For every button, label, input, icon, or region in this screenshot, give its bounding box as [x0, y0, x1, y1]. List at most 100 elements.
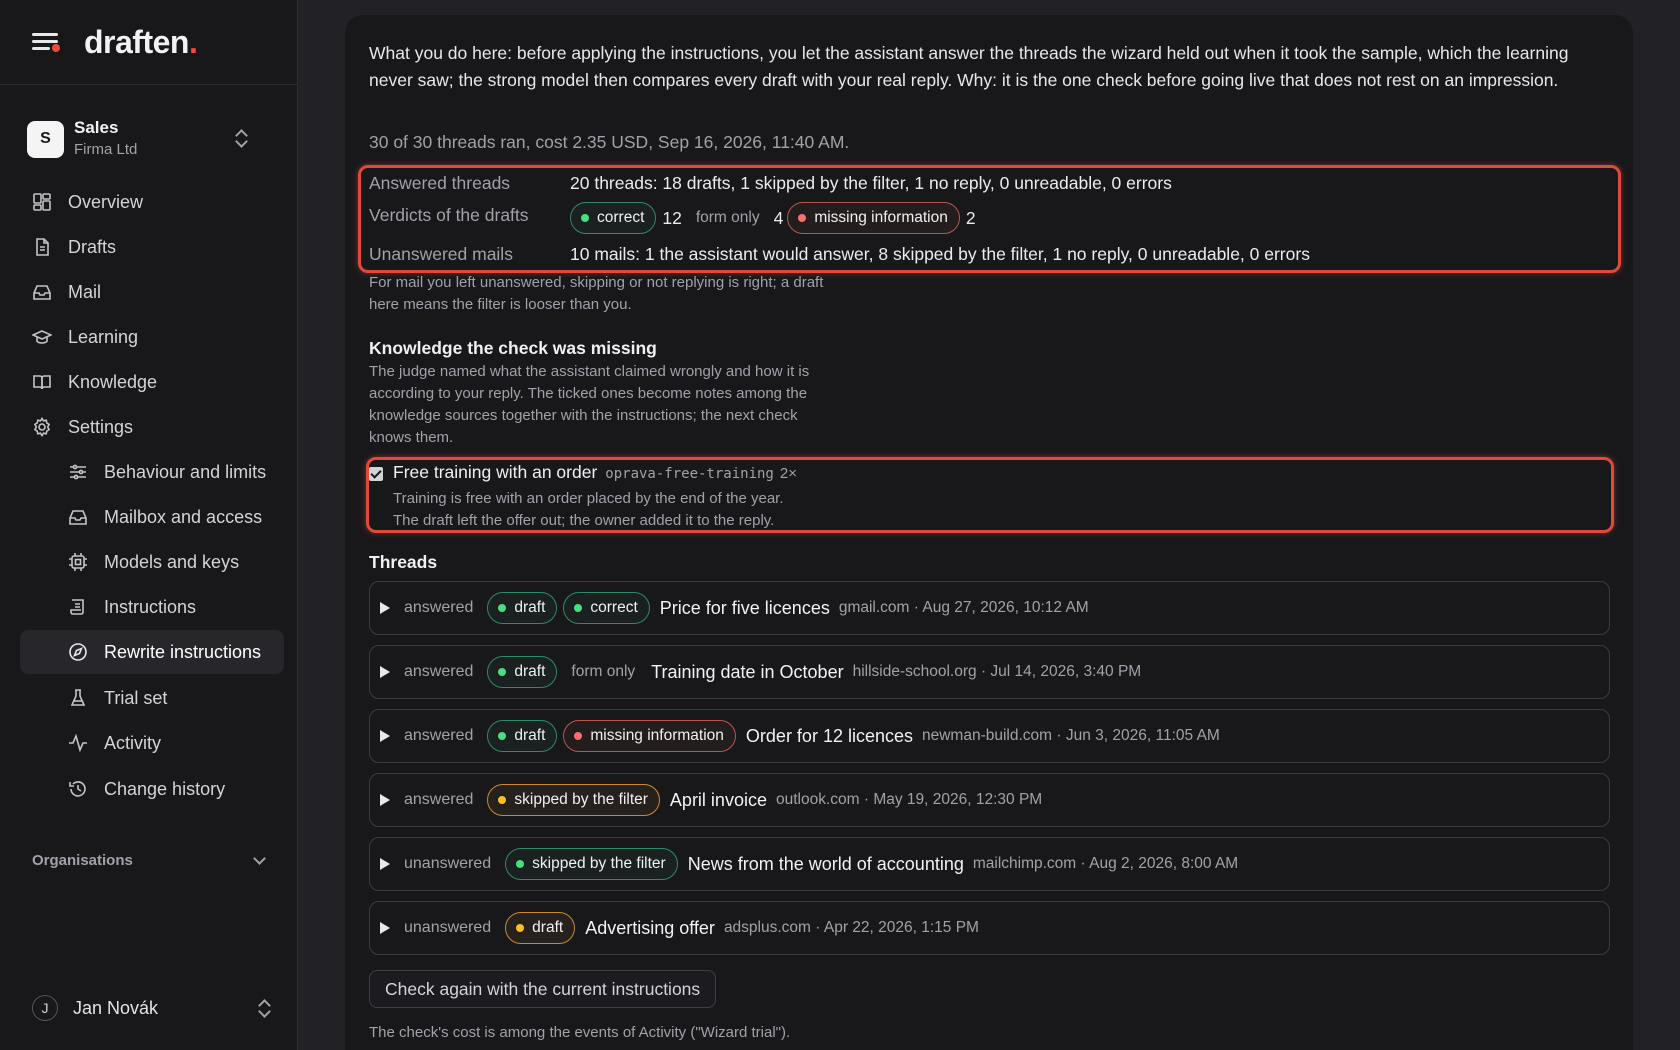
expand-triangle-icon[interactable] — [380, 794, 390, 806]
sidebar-item-label: Models and keys — [104, 551, 240, 572]
sidebar-item-label: Learning — [68, 326, 139, 347]
sidebar-item-label: Mailbox and access — [104, 506, 263, 527]
chevron-down-icon — [253, 852, 266, 865]
chevron-updown-icon — [258, 999, 270, 1017]
user-menu[interactable]: J Jan Novák — [32, 993, 270, 1023]
sidebar-item-rewrite-instructions[interactable]: Rewrite instructions — [20, 630, 284, 674]
badge-label: skipped by the filter — [532, 855, 666, 872]
thread-meta: newman-build.com · Jun 3, 2026, 11:05 AM — [922, 727, 1220, 744]
expand-triangle-icon[interactable] — [380, 602, 390, 614]
thread-title: Order for 12 licences — [745, 725, 913, 746]
sidebar-item-label: Rewrite instructions — [104, 641, 262, 662]
stat-verdicts: Verdicts of the drafts correct 12 form o… — [369, 202, 984, 234]
expand-triangle-icon[interactable] — [380, 666, 390, 678]
note-line: For mail you left unanswered, skipping o… — [369, 274, 824, 291]
knowledge-heading: Knowledge the check was missing — [369, 338, 657, 358]
sidebar-item-change-history[interactable]: Change history — [20, 767, 284, 811]
thread-meta: hillside-school.org · Jul 14, 2026, 3:40… — [852, 663, 1142, 680]
badge-label: draft — [514, 599, 546, 616]
stat-label: Answered threads — [369, 173, 511, 193]
badge-label: draft — [532, 919, 564, 936]
expand-triangle-icon[interactable] — [380, 858, 390, 870]
sidebar-item-learning[interactable]: Learning — [20, 315, 284, 359]
avatar: J — [32, 995, 58, 1021]
sidebar-item-settings[interactable]: Settings — [20, 405, 284, 449]
badge-label: draft — [514, 727, 546, 744]
threads-heading: Threads — [369, 552, 438, 572]
tag-badge: draft — [487, 656, 558, 688]
note-line: The draft left the offer out; the owner … — [393, 512, 775, 529]
sidebar-item-label: Instructions — [104, 596, 197, 617]
sidebar-item-mail[interactable]: Mail — [20, 270, 284, 314]
compass-icon — [68, 642, 88, 662]
knowledge-item-description: Training is free with an order placed by… — [393, 488, 784, 532]
badge-label: correct — [590, 599, 638, 616]
badge-label: correct — [597, 209, 645, 226]
stat-value: 20 threads: 18 drafts, 1 skipped by the … — [570, 173, 1172, 193]
note-line: knows them. — [369, 429, 454, 446]
stat-value: 10 mails: 1 the assistant would answer, … — [570, 244, 1310, 264]
sidebar-item-label: Settings — [68, 416, 134, 437]
thread-row[interactable]: unanswered skipped by the filter News fr… — [369, 837, 1610, 891]
sidebar-item-models[interactable]: Models and keys — [20, 540, 284, 584]
stat-unanswered: Unanswered mails 10 mails: 1 the assista… — [369, 244, 1310, 265]
expand-triangle-icon[interactable] — [380, 730, 390, 742]
sidebar-item-trial-set[interactable]: Trial set — [20, 676, 284, 720]
badge-label: draft — [514, 663, 546, 680]
thread-state: unanswered — [404, 919, 492, 936]
note-line: knowledge sources together with the inst… — [369, 407, 798, 424]
knowledge-description: The judge named what the assistant claim… — [369, 361, 809, 449]
document-icon — [32, 237, 52, 257]
knowledge-item-title: Free training with an order — [393, 462, 598, 482]
thread-row[interactable]: answered draft correct Price for five li… — [369, 581, 1610, 635]
inbox-icon — [68, 507, 88, 527]
org-company: Firma Ltd — [74, 141, 138, 158]
knowledge-checkbox[interactable] — [369, 467, 383, 481]
knowledge-item-title-row: Free training with an order oprava-free-t… — [393, 462, 797, 483]
user-name: Jan Novák — [73, 997, 159, 1018]
expand-triangle-icon[interactable] — [380, 922, 390, 934]
logo[interactable]: draften. — [84, 23, 198, 61]
tag-badge: skipped by the filter — [505, 848, 678, 880]
thread-state: answered — [404, 727, 474, 744]
gear-icon — [32, 417, 52, 437]
sidebar-item-overview[interactable]: Overview — [20, 180, 284, 224]
thread-row[interactable]: answered skipped by the filter April inv… — [369, 773, 1610, 827]
knowledge-item-code: oprava-free-training — [605, 466, 774, 482]
thread-meta: mailchimp.com · Aug 2, 2026, 8:00 AM — [972, 855, 1239, 872]
thread-title: Advertising offer — [585, 917, 715, 938]
sidebar-item-mailbox[interactable]: Mailbox and access — [20, 495, 284, 539]
note-line: according to your reply. The ticked ones… — [369, 385, 808, 402]
thread-meta: gmail.com · Aug 27, 2026, 10:12 AM — [838, 599, 1089, 616]
check-again-button[interactable]: Check again with the current instruction… — [369, 970, 717, 1008]
badge-label: missing information — [814, 209, 948, 226]
verdict-form-only: form only — [695, 209, 760, 226]
brand-bar: draften. — [0, 0, 297, 85]
verdict-count: 12 — [662, 207, 682, 228]
inbox-icon — [32, 282, 52, 302]
org-avatar: S — [27, 120, 64, 158]
thread-row[interactable]: answered draft form only Training date i… — [369, 645, 1610, 699]
verdict-correct-badge: correct — [570, 202, 657, 234]
organisations-toggle[interactable]: Organisations — [32, 852, 270, 869]
org-switcher[interactable]: S Sales Firma Ltd — [27, 113, 277, 165]
thread-state: answered — [404, 663, 474, 680]
logo-dot: . — [188, 23, 198, 60]
sidebar-item-label: Change history — [104, 778, 226, 799]
sidebar-item-activity[interactable]: Activity — [20, 721, 284, 765]
sidebar-item-drafts[interactable]: Drafts — [20, 225, 284, 269]
sidebar-item-behaviour[interactable]: Behaviour and limits — [20, 450, 284, 494]
thread-row[interactable]: unanswered draft Advertising offer adspl… — [369, 901, 1610, 955]
sidebar-item-instructions[interactable]: Instructions — [20, 585, 284, 629]
sliders-icon — [68, 462, 88, 482]
organisations-label: Organisations — [32, 852, 133, 869]
sidebar-item-knowledge[interactable]: Knowledge — [20, 360, 284, 404]
thread-state: unanswered — [404, 855, 492, 872]
thread-title: Training date in October — [651, 661, 844, 682]
graduation-cap-icon — [32, 327, 52, 347]
thread-row[interactable]: answered draft missing information Order… — [369, 709, 1610, 763]
tag-badge: skipped by the filter — [487, 784, 660, 816]
tag-badge: draft — [487, 592, 558, 624]
menu-icon[interactable] — [32, 31, 60, 53]
verdict-count: 4 — [773, 207, 784, 228]
